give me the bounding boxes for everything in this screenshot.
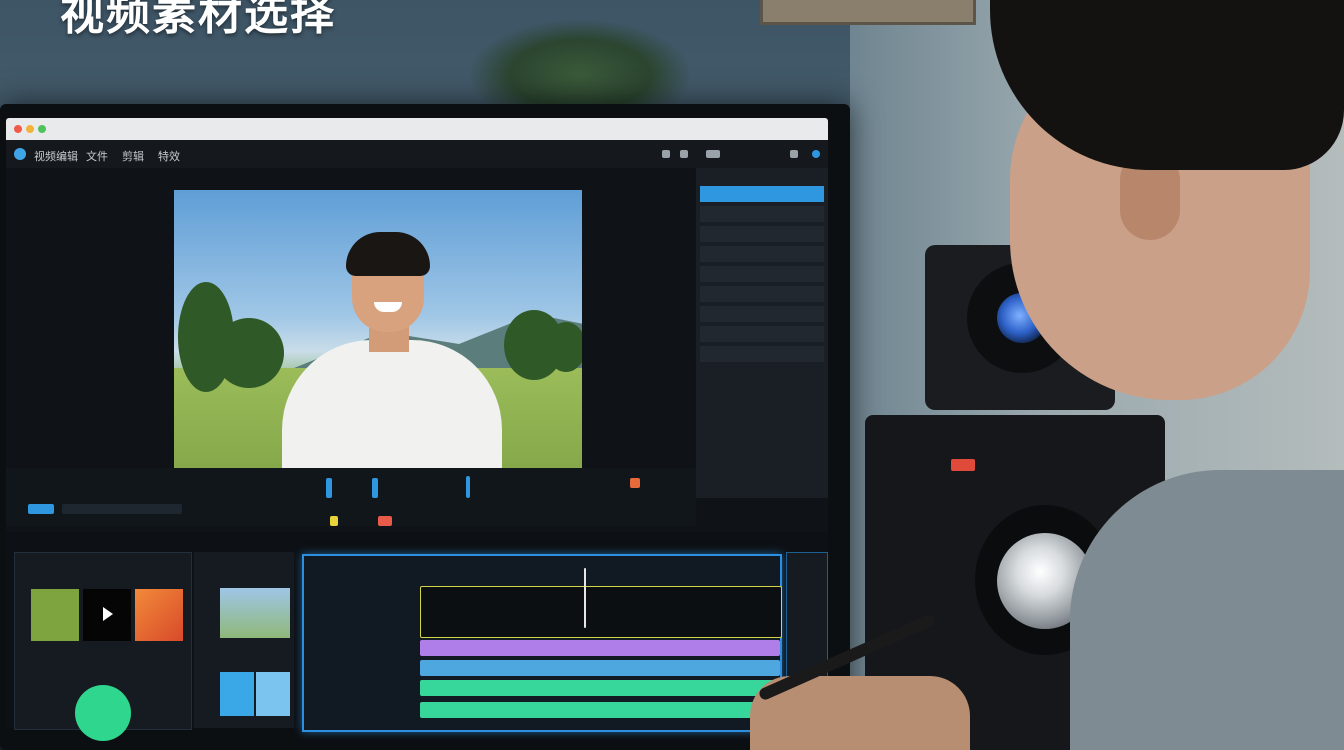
status-icon: [812, 150, 820, 158]
audio-track-green[interactable]: [420, 680, 780, 696]
lower-panels: [6, 532, 828, 741]
play-circle-button[interactable]: [75, 685, 131, 741]
help-icon[interactable]: [680, 150, 688, 158]
menu-edit[interactable]: 剪辑: [122, 148, 144, 164]
clip-thumbnail[interactable]: [220, 672, 254, 716]
marker-yellow-icon[interactable]: [330, 516, 338, 526]
preview-tree: [546, 322, 582, 372]
media-bin: [194, 552, 294, 728]
editor-workspace: [6, 168, 828, 741]
property-row[interactable]: [700, 206, 824, 222]
minimize-icon[interactable]: [26, 125, 34, 133]
play-button[interactable]: [28, 504, 54, 514]
clip-thumbnail[interactable]: [256, 672, 290, 716]
property-row[interactable]: [700, 346, 824, 362]
preview-tree: [214, 318, 284, 388]
playhead-marker[interactable]: [326, 478, 332, 498]
property-row[interactable]: [700, 226, 824, 242]
window-titlebar: [6, 118, 828, 140]
photo-scene: 视频素材选择 视频编辑 文件 剪辑 特效: [0, 0, 1344, 750]
headline: 视频素材选择: [60, 0, 336, 40]
picture-frame: [760, 0, 976, 25]
maximize-icon[interactable]: [38, 125, 46, 133]
clip-thumbnail[interactable]: [220, 588, 290, 638]
timeline[interactable]: [302, 554, 782, 732]
playback-controls: [6, 468, 696, 526]
record-icon[interactable]: [630, 478, 640, 488]
in-point-marker[interactable]: [372, 478, 378, 498]
menu-file[interactable]: 文件: [86, 148, 108, 164]
preview-person-hair: [346, 232, 430, 276]
video-track-clip[interactable]: [420, 586, 782, 638]
properties-panel: [696, 168, 828, 498]
close-icon[interactable]: [14, 125, 22, 133]
export-icon[interactable]: [706, 150, 720, 158]
video-preview[interactable]: [174, 190, 582, 468]
effects-library: [14, 552, 192, 741]
audio-track-green[interactable]: [420, 702, 780, 718]
property-row[interactable]: [700, 186, 824, 202]
user-icon[interactable]: [790, 150, 798, 158]
property-row[interactable]: [700, 286, 824, 302]
scrubber-bar[interactable]: [62, 504, 182, 514]
effect-thumbnail[interactable]: [135, 589, 183, 641]
property-row[interactable]: [700, 246, 824, 262]
speaker-indicator: [951, 459, 975, 471]
property-row[interactable]: [700, 326, 824, 342]
marker-red-icon[interactable]: [378, 516, 392, 526]
audio-track-purple[interactable]: [420, 640, 780, 656]
property-row[interactable]: [700, 306, 824, 322]
play-icon: [103, 607, 113, 621]
menu-bar: 视频编辑 文件 剪辑 特效: [6, 140, 828, 168]
app-logo-icon: [14, 148, 26, 160]
audio-waveform-track[interactable]: [420, 660, 780, 676]
effect-thumbnail[interactable]: [31, 589, 79, 641]
out-point-marker[interactable]: [466, 476, 470, 498]
monitor: 视频编辑 文件 剪辑 特效: [0, 104, 850, 750]
property-row[interactable]: [700, 266, 824, 282]
menu-effects[interactable]: 特效: [158, 148, 180, 164]
effect-thumbnail[interactable]: [83, 589, 131, 641]
timeline-playhead[interactable]: [584, 568, 586, 628]
settings-icon[interactable]: [662, 150, 670, 158]
app-name: 视频编辑: [34, 150, 78, 163]
